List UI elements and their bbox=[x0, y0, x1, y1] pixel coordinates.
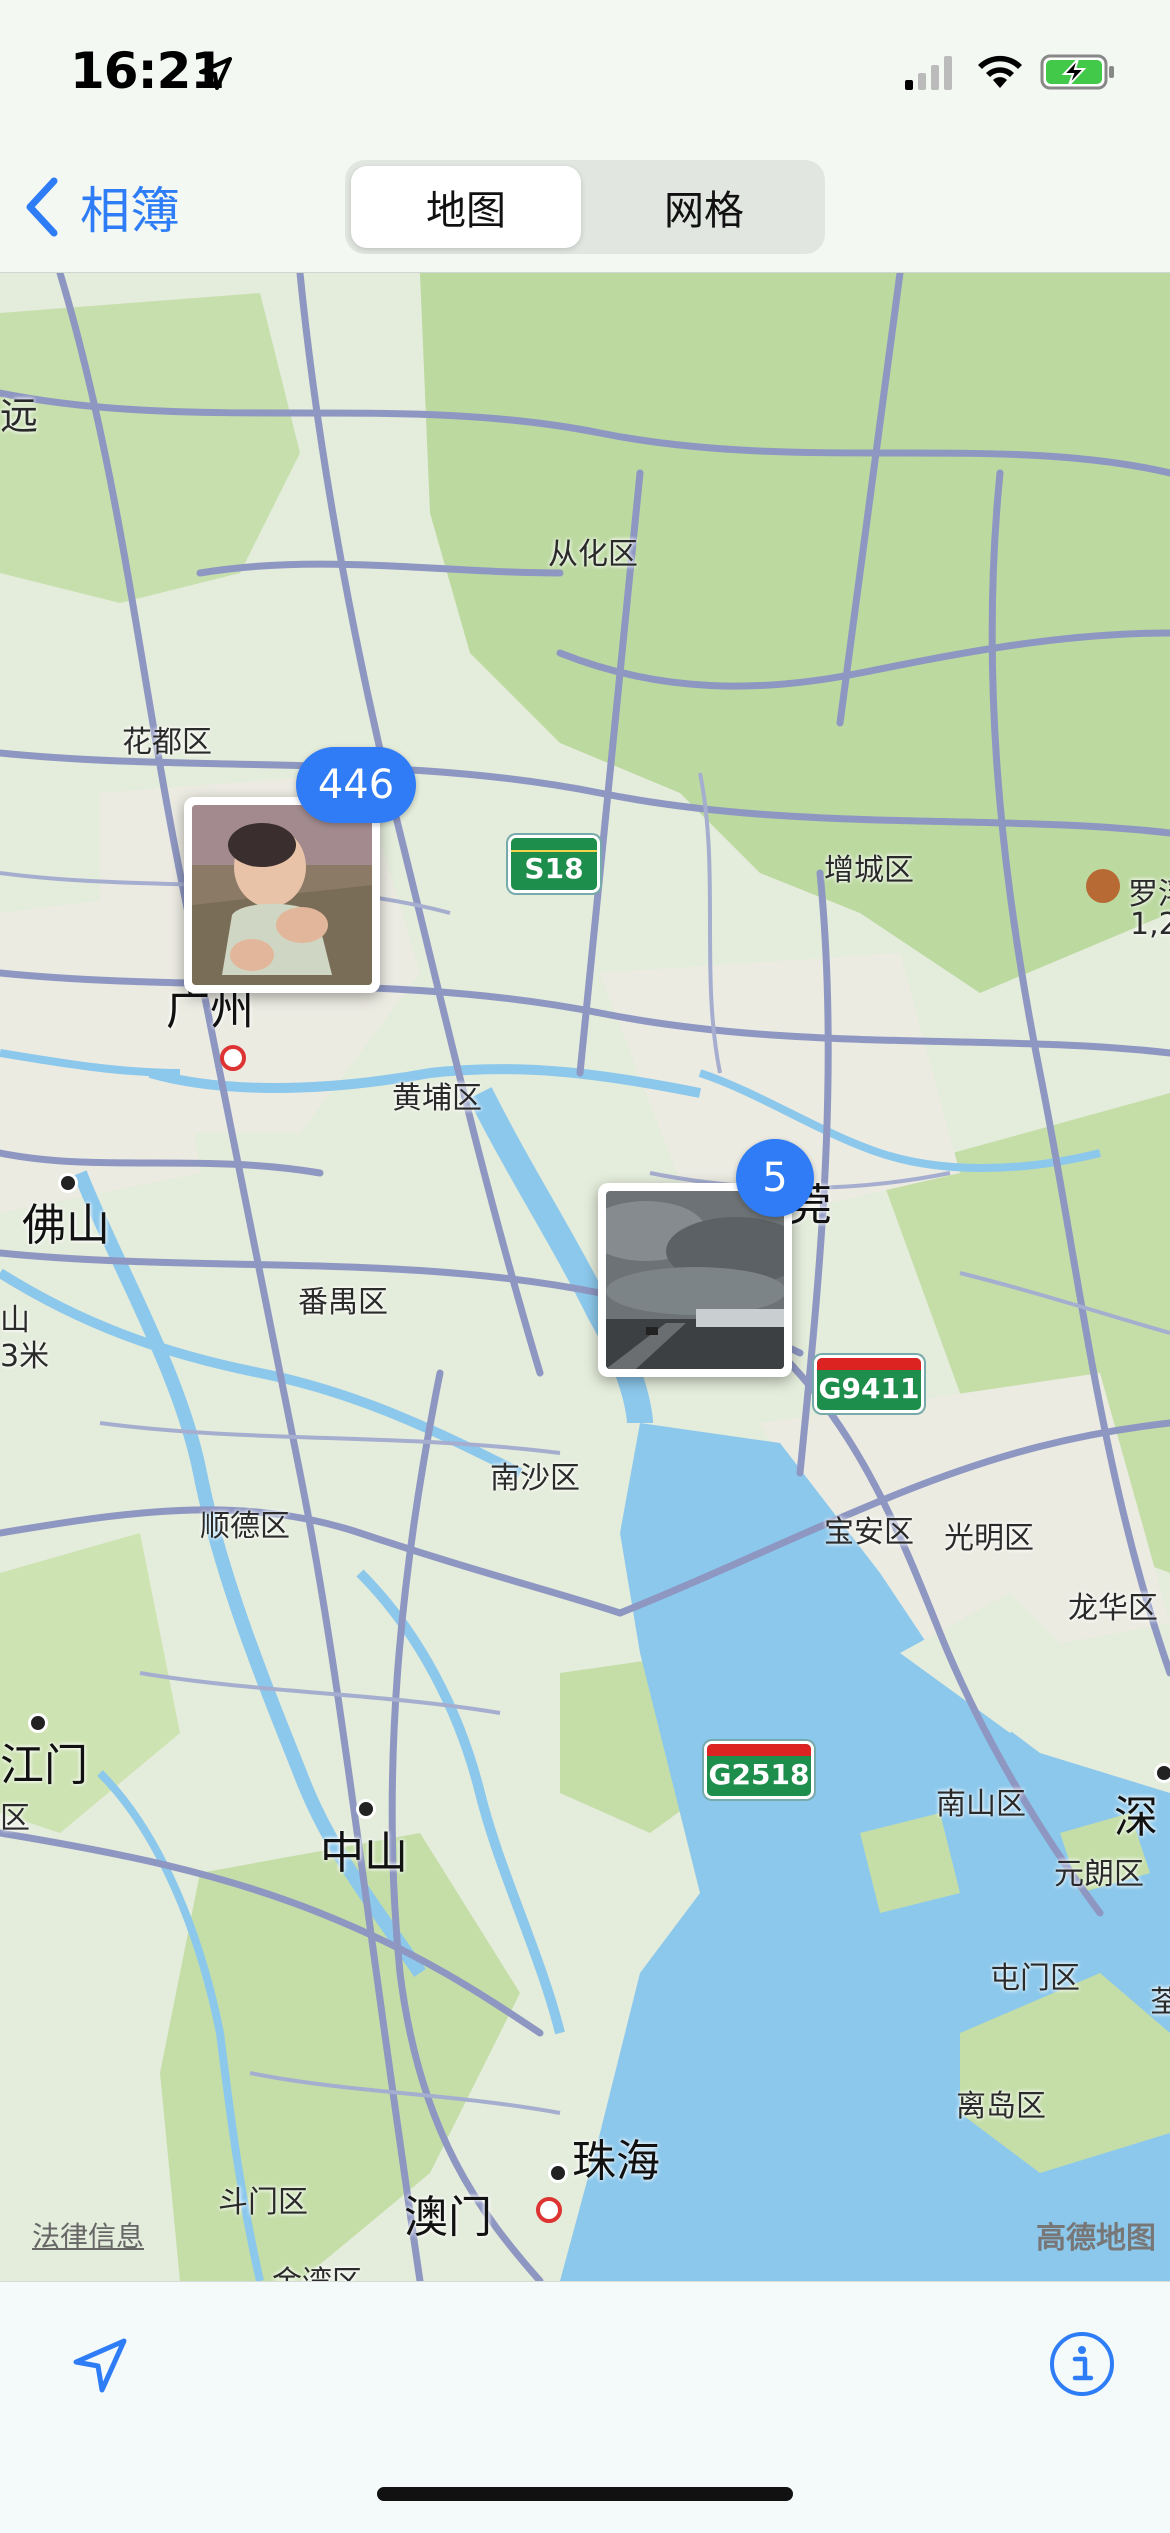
wifi-icon bbox=[978, 55, 1022, 88]
highway-shield-g2518: G2518 bbox=[704, 1741, 814, 1799]
place-label-jiangmen: 江门 bbox=[0, 1740, 88, 1791]
home-indicator[interactable] bbox=[377, 2487, 793, 2501]
photo-count-badge: 5 bbox=[736, 1139, 814, 1217]
place-label-doumen: 斗门区 bbox=[218, 2185, 308, 2220]
battery-charging-icon bbox=[1040, 54, 1114, 90]
place-label-nanshan: 南山区 bbox=[936, 1787, 1026, 1822]
place-label-tunmen: 屯门区 bbox=[990, 1961, 1080, 1996]
place-label-nansha: 南沙区 bbox=[490, 1461, 580, 1496]
view-mode-segmented-control: 地图 网格 bbox=[345, 160, 825, 254]
city-marker-guangzhou bbox=[220, 1045, 246, 1071]
place-label-longhua: 龙华区 bbox=[1068, 1591, 1158, 1626]
location-services-icon bbox=[199, 57, 232, 90]
bottom-toolbar bbox=[0, 2281, 1170, 2533]
highway-shield-g9411: G9411 bbox=[814, 1355, 924, 1413]
chevron-left-icon bbox=[26, 177, 58, 237]
place-label-macau: 澳门 bbox=[404, 2192, 492, 2243]
back-button[interactable]: 相簿 bbox=[24, 170, 180, 244]
place-label-shunde: 顺德区 bbox=[200, 1509, 290, 1544]
place-label-yuanlang: 元朗区 bbox=[1054, 1857, 1144, 1892]
photo-thumbnail-baby bbox=[192, 805, 372, 985]
city-marker-macau bbox=[536, 2197, 562, 2223]
place-label-huadu: 花都区 bbox=[122, 725, 212, 760]
mountain-poi-icon bbox=[1086, 869, 1120, 903]
highway-shield-g9411-label: G9411 bbox=[818, 1371, 920, 1405]
photos-map[interactable]: 从化区 花都区 增城区 广州 黄埔区 佛山 番禺区 莞 南沙区 顺德区 宝安区 … bbox=[0, 273, 1170, 2281]
photo-thumbnail-cloudy-highway bbox=[606, 1191, 784, 1369]
place-label-left-edge-3: 区 bbox=[0, 1801, 30, 1836]
info-icon[interactable] bbox=[1048, 2330, 1116, 2398]
photo-count-badge: 446 bbox=[296, 747, 416, 823]
place-label-jinwan: 金湾区 bbox=[272, 2257, 362, 2281]
place-label-huangpu: 黄埔区 bbox=[392, 1081, 482, 1116]
place-label-lidao: 离岛区 bbox=[956, 2089, 1046, 2124]
highway-shield-s18: S18 bbox=[508, 835, 600, 893]
photo-cluster-guangzhou[interactable] bbox=[184, 797, 380, 993]
navigation-bar: 相簿 地图 网格 bbox=[0, 150, 1170, 273]
location-arrow-icon[interactable] bbox=[70, 2336, 130, 2396]
place-label-zengcheng: 增城区 bbox=[824, 853, 914, 888]
map-attribution: 高德地图 bbox=[1036, 2221, 1156, 2256]
place-label-foshan: 佛山 bbox=[22, 1200, 110, 1251]
highway-shield-s18-label: S18 bbox=[524, 851, 584, 885]
place-label-right-edge: 荃 bbox=[1150, 1985, 1170, 2020]
place-label-guangming: 光明区 bbox=[944, 1521, 1034, 1556]
place-label-shenzhen: 深 bbox=[1114, 1792, 1158, 1843]
back-button-label: 相簿 bbox=[80, 182, 180, 240]
place-label-luofu-elevation: 1,2 bbox=[1130, 907, 1170, 942]
city-marker-shenzhen bbox=[1154, 1763, 1170, 1783]
highway-shield-g2518-label: G2518 bbox=[708, 1757, 810, 1791]
cellular-signal-icon bbox=[905, 56, 952, 90]
place-label-left-edge-2: 3米 bbox=[0, 1339, 50, 1374]
status-bar: 16:21 bbox=[0, 0, 1170, 150]
place-label-baoan: 宝安区 bbox=[824, 1515, 914, 1550]
place-label-panyu: 番禺区 bbox=[298, 1285, 388, 1320]
legal-info-link[interactable]: 法律信息 bbox=[32, 2215, 144, 2255]
segment-grid[interactable]: 网格 bbox=[589, 166, 819, 248]
city-marker-zhongshan bbox=[356, 1799, 376, 1819]
city-marker-zhuhai bbox=[548, 2163, 568, 2183]
place-label-qingyuan: 远 bbox=[0, 394, 39, 438]
place-label-conghua: 从化区 bbox=[548, 537, 638, 572]
segment-map[interactable]: 地图 bbox=[351, 166, 581, 248]
place-label-zhuhai: 珠海 bbox=[572, 2136, 660, 2187]
place-label-zhongshan: 中山 bbox=[320, 1828, 408, 1879]
